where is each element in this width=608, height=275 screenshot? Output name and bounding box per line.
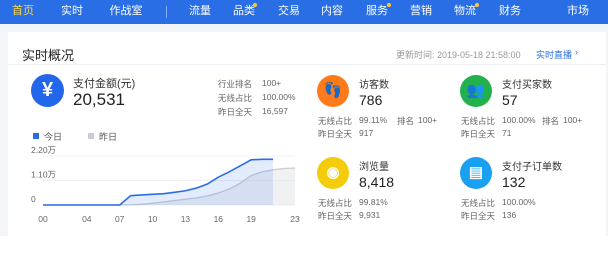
nav-item-6[interactable]: 内容	[314, 0, 350, 24]
users-icon: 👥	[460, 75, 492, 107]
nav-separator	[166, 6, 167, 18]
visitors-rank-value: 100+	[418, 115, 438, 125]
buyers-yesterday-label: 昨日全天	[461, 129, 496, 139]
buyers-rank-value: 100+	[563, 115, 583, 125]
legend-yesterday[interactable]: 昨日	[99, 130, 117, 143]
legend-today-swatch	[33, 133, 39, 139]
buyers-rank-label: 排名	[542, 116, 560, 126]
payment-rank-label: 行业排名	[218, 79, 253, 89]
suborders-value: 132	[502, 174, 526, 190]
y-tick-label: 2.20万	[31, 145, 56, 155]
nav-item-5[interactable]: 交易	[272, 0, 306, 24]
visitors-value: 786	[359, 92, 383, 108]
legend-yesterday-swatch	[88, 133, 94, 139]
x-tick-label: 16	[214, 214, 224, 224]
legend-today[interactable]: 今日	[44, 130, 62, 143]
live-link[interactable]: 实时直播	[536, 48, 572, 61]
visitors-yesterday-label: 昨日全天	[318, 129, 353, 139]
suborders-yesterday-label: 昨日全天	[461, 211, 496, 221]
payment-yesterday-value: 16,597	[262, 106, 288, 116]
payment-wireless-value: 100.00%	[262, 92, 296, 102]
payment-yesterday-label: 昨日全天	[218, 107, 253, 117]
x-tick-label: 10	[148, 214, 158, 224]
nav-item-0[interactable]: 首页	[8, 0, 38, 24]
suborders-wireless-label: 无线占比	[461, 198, 496, 208]
nav-item-3[interactable]: 流量	[182, 0, 218, 24]
nav-item-8[interactable]: 营销	[404, 0, 438, 24]
suborders-label: 支付子订单数	[502, 162, 562, 173]
pageviews-yesterday-value: 9,931	[359, 210, 381, 220]
clipboard-icon: ▤	[460, 157, 492, 189]
realtime-chart-svg: 0 1.10万 2.20万 00 04 07 10 13 16 19 23	[31, 145, 300, 224]
suborders-yesterday-value: 136	[502, 210, 517, 220]
nav-item-1[interactable]: 实时	[56, 0, 88, 24]
pageviews-label: 浏览量	[359, 162, 389, 173]
x-tick-label: 04	[82, 214, 92, 224]
nav-item-2[interactable]: 作战室	[104, 0, 148, 24]
pageviews-wireless-label: 无线占比	[318, 198, 353, 208]
nav-item-11[interactable]: 市场	[558, 0, 598, 24]
notification-dot-icon	[475, 3, 479, 7]
realtime-chart: 0 1.10万 2.20万 00 04 07 10 13 16 19 23	[25, 145, 305, 240]
yen-icon: ¥	[31, 74, 64, 107]
visitors-rank-label: 排名	[397, 116, 415, 126]
visitors-wireless-label: 无线占比	[318, 116, 353, 126]
pageviews-value: 8,418	[359, 174, 395, 190]
y-tick-label: 0	[31, 194, 36, 204]
eye-icon: ◉	[317, 157, 349, 189]
divider	[8, 64, 606, 65]
buyers-label: 支付买家数	[502, 80, 552, 91]
x-tick-label: 23	[290, 214, 300, 224]
buyers-wireless-label: 无线占比	[461, 116, 496, 126]
pageviews-yesterday-label: 昨日全天	[318, 211, 353, 221]
footprint-icon: 👣	[317, 75, 349, 107]
visitors-wireless-value: 99.11%	[359, 115, 388, 125]
x-tick-label: 00	[38, 214, 48, 224]
update-time: 更新时间: 2019-05-18 21:58:00	[396, 50, 521, 60]
suborders-wireless-value: 100.00%	[502, 197, 536, 207]
x-tick-label: 07	[115, 214, 125, 224]
overview-title: 实时概况	[22, 48, 75, 63]
payment-rank-value: 100+	[262, 78, 282, 88]
buyers-yesterday-value: 71	[502, 128, 512, 138]
payment-wireless-label: 无线占比	[218, 93, 253, 103]
lower-area	[0, 236, 608, 275]
y-tick-label: 1.10万	[31, 170, 56, 180]
payment-label: 支付金额(元)	[73, 78, 136, 90]
x-tick-label: 19	[246, 214, 256, 224]
buyers-wireless-value: 100.00%	[502, 115, 536, 125]
notification-dot-icon	[253, 3, 257, 7]
payment-value: 20,531	[73, 90, 125, 109]
x-tick-label: 13	[181, 214, 191, 224]
visitors-label: 访客数	[359, 80, 389, 91]
notification-dot-icon	[387, 3, 391, 7]
nav-item-10[interactable]: 财务	[492, 0, 528, 24]
chevron-right-icon[interactable]: ›	[575, 47, 578, 57]
visitors-yesterday-value: 917	[359, 128, 374, 138]
pageviews-wireless-value: 99.81%	[359, 197, 388, 207]
buyers-value: 57	[502, 92, 518, 108]
